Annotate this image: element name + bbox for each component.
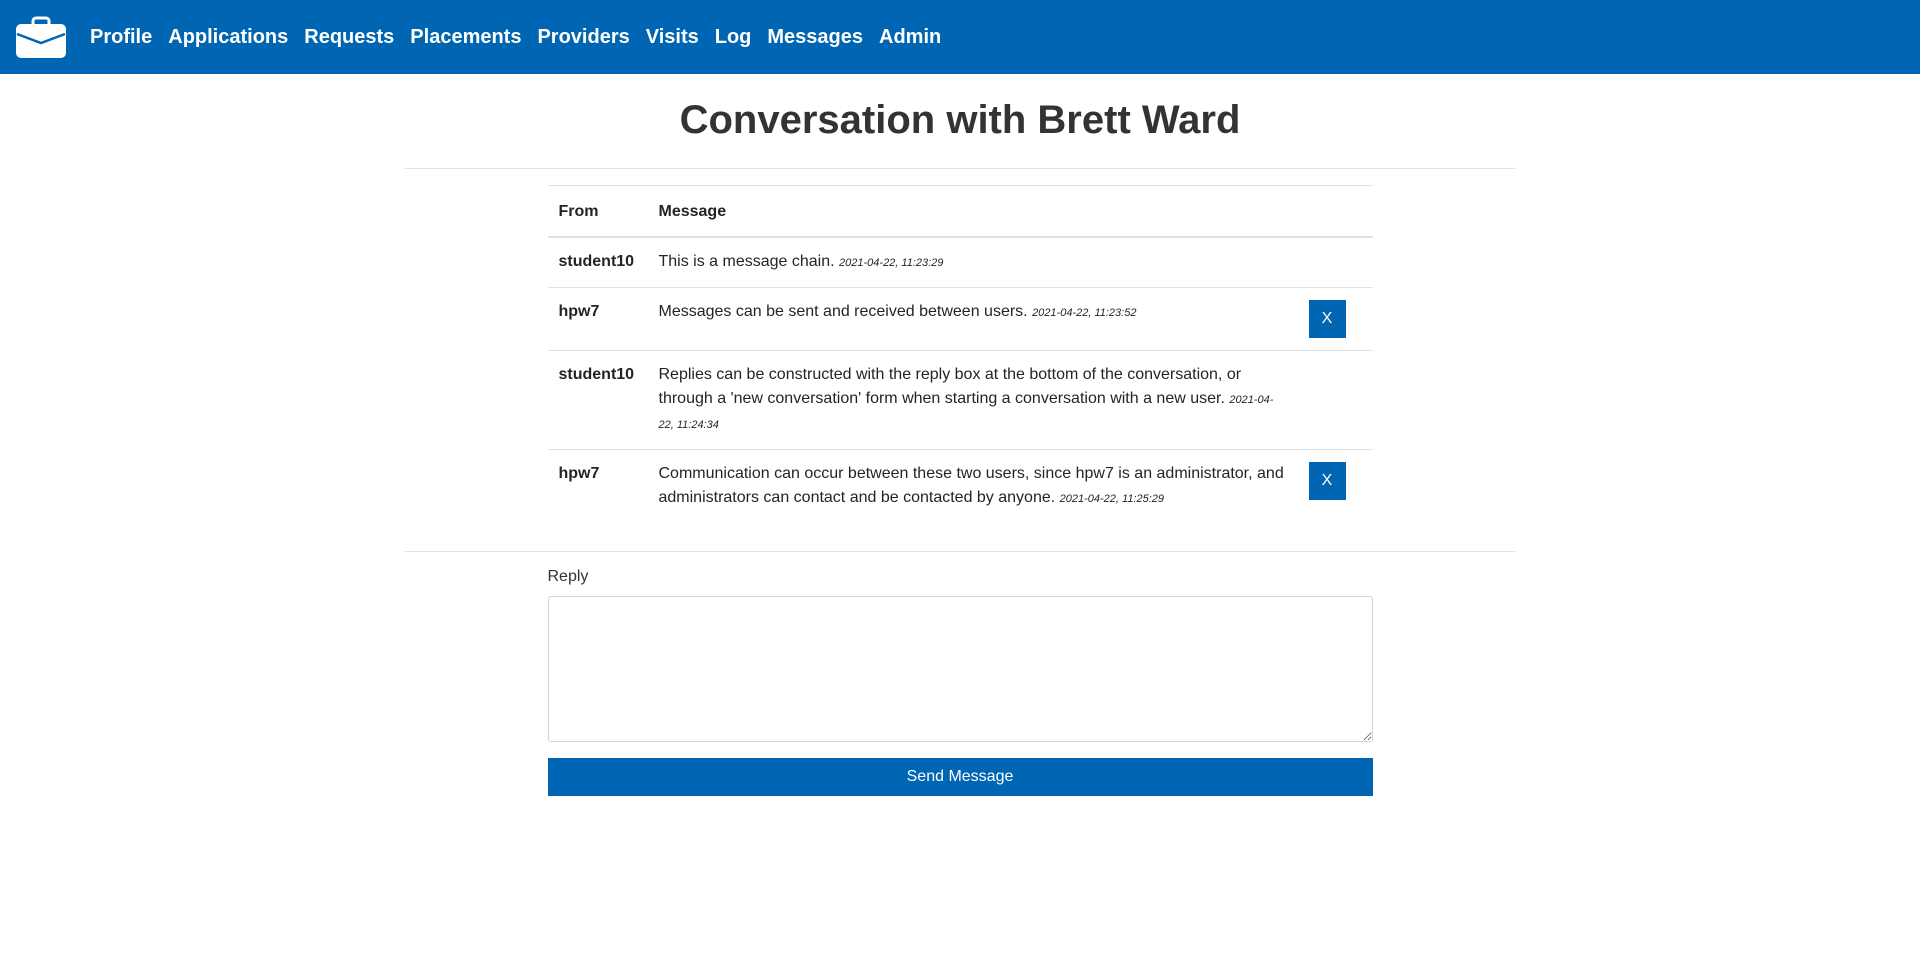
divider [405, 168, 1515, 169]
message-text: This is a message chain. [658, 253, 835, 270]
message-column-header: Message [647, 185, 1298, 238]
message-timestamp: 2021-04-22, 11:23:52 [1032, 307, 1137, 319]
reply-form: Reply Send Message [547, 568, 1373, 796]
action-cell [1297, 350, 1373, 450]
action-cell: X [1297, 287, 1373, 351]
briefcase-icon[interactable] [16, 16, 66, 58]
message-cell: Replies can be constructed with the repl… [647, 350, 1298, 450]
message-sender: student10 [547, 350, 648, 450]
nav-profile[interactable]: Profile [90, 26, 152, 49]
table-row: student10 This is a message chain. 2021-… [548, 237, 1373, 288]
send-message-button[interactable]: Send Message [547, 758, 1373, 796]
nav-messages[interactable]: Messages [767, 26, 863, 49]
nav-log[interactable]: Log [715, 26, 752, 49]
message-sender: hpw7 [547, 449, 648, 523]
nav-placements[interactable]: Placements [410, 26, 521, 49]
message-text: Replies can be constructed with the repl… [658, 366, 1242, 407]
action-cell: X [1297, 449, 1373, 523]
message-sender: hpw7 [547, 287, 648, 351]
message-sender: student10 [558, 253, 635, 270]
nav-visits[interactable]: Visits [646, 26, 699, 49]
conversation-container: From Message student10 This is a message… [547, 185, 1373, 523]
nav-links: Profile Applications Requests Placements… [90, 26, 957, 49]
message-text: Communication can occur between these tw… [658, 465, 1284, 506]
message-timestamp: 2021-04-22, 11:25:29 [1059, 493, 1165, 505]
action-column-header [1297, 185, 1373, 238]
message-cell: Communication can occur between these tw… [647, 449, 1298, 523]
table-row: hpw7 Communication can occur between the… [547, 449, 1373, 523]
table-header-row: From Message [547, 185, 1373, 238]
delete-message-button[interactable]: X [1308, 462, 1346, 500]
message-text: Messages can be sent and received betwee… [658, 303, 1028, 320]
message-cell: This is a message chain. 2021-04-22, 11:… [648, 237, 1298, 288]
table-row: student10 Replies can be constructed wit… [547, 350, 1373, 450]
delete-message-button[interactable]: X [1308, 300, 1346, 338]
page-title: Conversation with Brett Ward [679, 98, 1241, 142]
table-row: hpw7 Messages can be sent and received b… [547, 287, 1373, 351]
top-navbar: Profile Applications Requests Placements… [0, 0, 1920, 74]
nav-admin[interactable]: Admin [879, 26, 941, 49]
nav-providers[interactable]: Providers [537, 26, 629, 49]
nav-applications[interactable]: Applications [168, 26, 288, 49]
messages-table: From Message student10 This is a message… [547, 185, 1373, 523]
from-column-header: From [547, 185, 648, 238]
action-cell [1298, 237, 1373, 288]
divider [405, 551, 1515, 552]
reply-textarea[interactable] [547, 596, 1373, 742]
nav-requests[interactable]: Requests [304, 26, 394, 49]
message-cell: Messages can be sent and received betwee… [647, 287, 1298, 351]
message-timestamp: 2021-04-22, 11:23:29 [839, 257, 944, 269]
reply-label: Reply [547, 568, 589, 585]
